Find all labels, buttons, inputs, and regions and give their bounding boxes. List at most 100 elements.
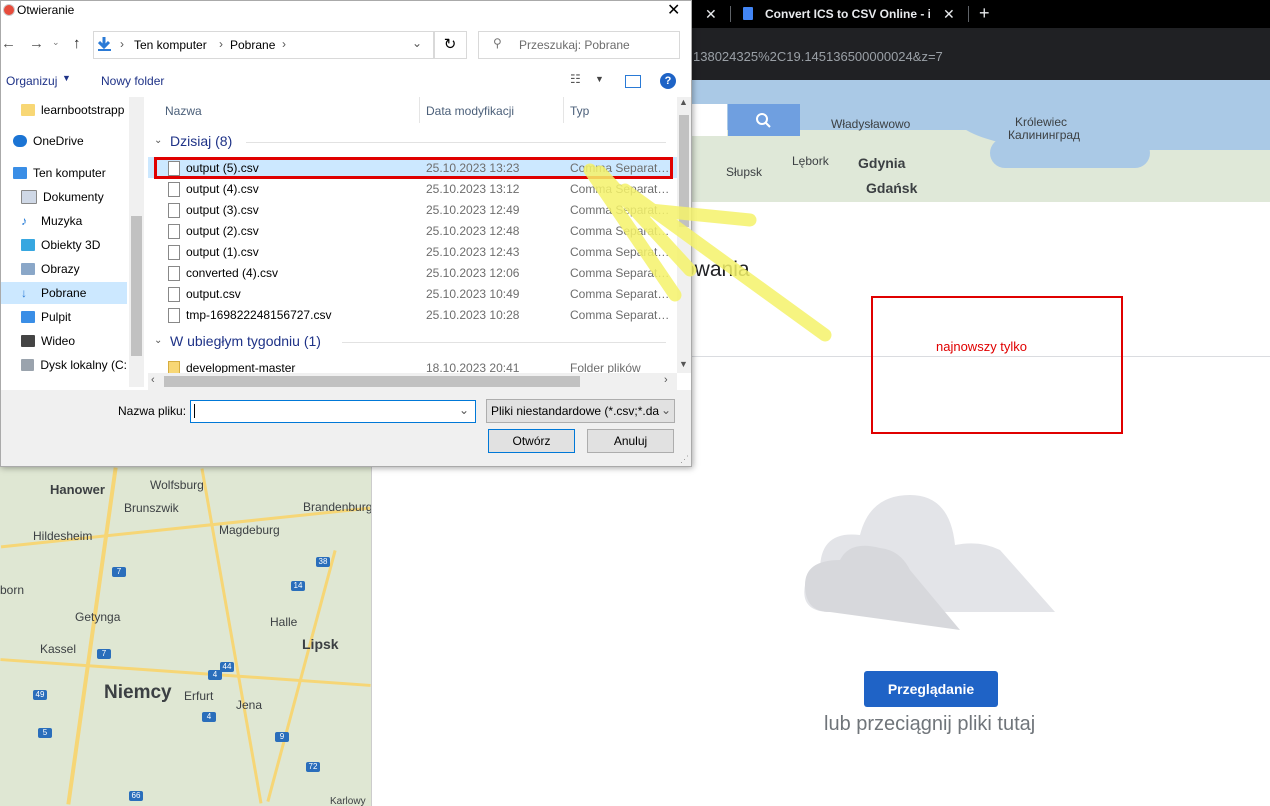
browse-button[interactable]: Przeglądanie — [864, 671, 998, 707]
breadcrumb-item[interactable]: Pobrane — [230, 38, 275, 52]
group-header[interactable]: W ubiegłym tygodniu (1) — [170, 333, 321, 349]
url-text[interactable]: 138024325%2C19.145136500000024&z=7 — [693, 49, 943, 64]
file-row[interactable]: tmp-169822248156727.csv 25.10.2023 10:28 C… — [148, 304, 677, 325]
new-tab-button[interactable]: + — [979, 3, 990, 24]
file-row[interactable]: output (3).csv 25.10.2023 12:49 Comma Sepa… — [148, 199, 677, 220]
tab-title[interactable]: Convert ICS to CSV Online - iC — [765, 7, 930, 21]
chevron-down-icon[interactable]: ⌄ — [459, 403, 469, 417]
cancel-button[interactable]: Anuluj — [587, 429, 674, 453]
organize-button[interactable]: Organizuj — [6, 74, 57, 88]
search-input[interactable]: ⚲ Przeszukaj: Pobrane — [478, 31, 680, 59]
chevron-up-icon[interactable]: ▲ — [679, 97, 688, 107]
drop-hint: lub przeciągnij pliki tutaj — [824, 713, 1036, 735]
forward-icon[interactable]: → — [29, 35, 44, 52]
open-button[interactable]: Otwórz — [488, 429, 575, 453]
chevron-down-icon[interactable]: ⌄ — [52, 37, 60, 48]
sidebar-item-music[interactable]: ♪ Muzyka — [1, 210, 127, 232]
up-icon[interactable]: ↑ — [73, 35, 81, 52]
back-icon[interactable]: ← — [1, 35, 16, 52]
scrollbar[interactable]: ‹ › — [148, 373, 677, 390]
tab-close-icon[interactable]: ✕ — [943, 6, 955, 23]
filename-input[interactable]: ⌄ — [190, 400, 476, 423]
map-label: Hanower — [50, 482, 105, 497]
map-label: Erfurt — [184, 689, 214, 703]
column-separator[interactable] — [563, 97, 564, 123]
map-left[interactable]: Hanower Wolfsburg Brunszwik Brandenburg … — [0, 466, 372, 806]
chevron-left-icon[interactable]: ‹ — [151, 374, 155, 386]
preview-pane-icon[interactable] — [625, 75, 641, 88]
help-icon[interactable]: ? — [660, 73, 676, 89]
map-label: Lipsk — [302, 636, 339, 652]
map-search-button[interactable] — [728, 104, 800, 136]
annotation-box — [871, 296, 1123, 434]
file-row[interactable]: development-master 18.10.2023 20:41 Folder… — [148, 357, 677, 373]
refresh-button[interactable]: ↻ — [433, 31, 467, 59]
road-shield: 7 — [97, 649, 111, 659]
road-shield: 49 — [33, 690, 47, 700]
scrollbar[interactable] — [129, 97, 144, 387]
file-row[interactable]: output (4).csv 25.10.2023 13:12 Comma Sepa… — [148, 178, 677, 199]
road-shield: 5 — [38, 728, 52, 738]
column-header-type[interactable]: Typ — [570, 104, 589, 118]
sidebar-item-pictures[interactable]: Obrazy — [1, 258, 127, 280]
tab-separator — [968, 6, 969, 22]
sidebar-item-learnbootstrapp[interactable]: learnbootstrapp — [1, 99, 127, 121]
dialog-footer: Nazwa pliku: ⌄ Pliki niestandardowe (*.c… — [1, 390, 691, 466]
chevron-down-icon[interactable]: ⌄ — [154, 135, 162, 146]
tab-close-icon[interactable]: ✕ — [705, 6, 717, 23]
scrollbar[interactable]: ▲ ▼ — [677, 97, 691, 373]
view-list-icon[interactable]: ☷ — [570, 72, 581, 86]
file-list: Nazwa Data modyfikacji Typ ⌄ Dzisiaj (8)… — [148, 97, 677, 373]
column-separator[interactable] — [419, 97, 420, 123]
group-header[interactable]: Dzisiaj (8) — [170, 133, 232, 149]
chevron-down-icon: ⌄ — [661, 403, 672, 417]
map-label: Калининград — [1008, 128, 1081, 142]
map-label: Jena — [236, 698, 263, 712]
cloud-icon — [804, 495, 1055, 630]
sidebar-item-3d-objects[interactable]: Obiekty 3D — [1, 234, 127, 256]
new-folder-button[interactable]: Nowy folder — [101, 74, 164, 88]
browser-tab-bar: ✕ Convert ICS to CSV Online - iC ✕ + — [690, 0, 1270, 28]
filename-label: Nazwa pliku: — [118, 404, 187, 418]
chevron-right-icon[interactable]: › — [664, 374, 668, 386]
chevron-down-icon[interactable]: ⌄ — [412, 36, 422, 50]
file-row[interactable]: converted (4).csv 25.10.2023 12:06 Comma S… — [148, 262, 677, 283]
chevron-down-icon[interactable]: ▼ — [679, 359, 688, 369]
scrollbar-thumb[interactable] — [679, 115, 689, 227]
file-row[interactable]: output (2).csv 25.10.2023 12:48 Comma Sepa… — [148, 220, 677, 241]
file-type-select[interactable]: Pliki niestandardowe (*.csv;*.da ⌄ — [486, 399, 675, 423]
file-row[interactable]: output (1).csv 25.10.2023 12:43 Comma Sepa… — [148, 241, 677, 262]
annotation-box — [154, 157, 673, 179]
scrollbar-thumb[interactable] — [131, 216, 142, 356]
breadcrumb-item[interactable]: Ten komputer — [134, 38, 207, 52]
resize-grip-icon[interactable]: ⋰ — [680, 454, 689, 465]
road-shield: 38 — [316, 557, 330, 567]
road-shield: 72 — [306, 762, 320, 772]
sidebar-item-onedrive[interactable]: OneDrive — [1, 130, 127, 152]
column-header-date[interactable]: Data modyfikacji — [426, 104, 514, 118]
video-icon — [21, 335, 35, 347]
map-search-input[interactable] — [690, 104, 727, 136]
sidebar-item-local-disk[interactable]: Dysk lokalny (C: — [1, 354, 127, 376]
group-divider — [342, 342, 666, 343]
file-row[interactable]: output.csv 25.10.2023 10:49 Comma Separate… — [148, 283, 677, 304]
chevron-down-icon[interactable]: ⌄ — [154, 335, 162, 346]
sidebar-item-desktop[interactable]: Pulpit — [1, 306, 127, 328]
sidebar-item-downloads[interactable]: ↓ Pobrane — [1, 282, 127, 304]
csv-file-icon — [168, 287, 180, 302]
download-arrow-icon: ↓ — [21, 286, 27, 300]
column-header-name[interactable]: Nazwa — [165, 104, 202, 118]
map-top[interactable]: Władysławowo Królewiec Калининград Gdyni… — [690, 80, 1270, 202]
map-label: Lębork — [792, 154, 829, 168]
docs-icon — [743, 7, 753, 20]
chevron-down-icon[interactable]: ▼ — [595, 74, 604, 84]
breadcrumb[interactable]: › Ten komputer › Pobrane › ⌄ — [93, 31, 435, 59]
close-icon[interactable]: ✕ — [667, 0, 680, 20]
sidebar-item-documents[interactable]: Dokumenty — [1, 186, 127, 208]
sidebar-item-videos[interactable]: Wideo — [1, 330, 127, 352]
chevron-right-icon: › — [219, 37, 223, 51]
scrollbar-thumb[interactable] — [164, 376, 580, 387]
music-icon: ♪ — [21, 214, 27, 228]
annotation-text: najnowszy tylko — [936, 339, 1028, 354]
sidebar-item-this-pc[interactable]: Ten komputer — [1, 162, 127, 184]
